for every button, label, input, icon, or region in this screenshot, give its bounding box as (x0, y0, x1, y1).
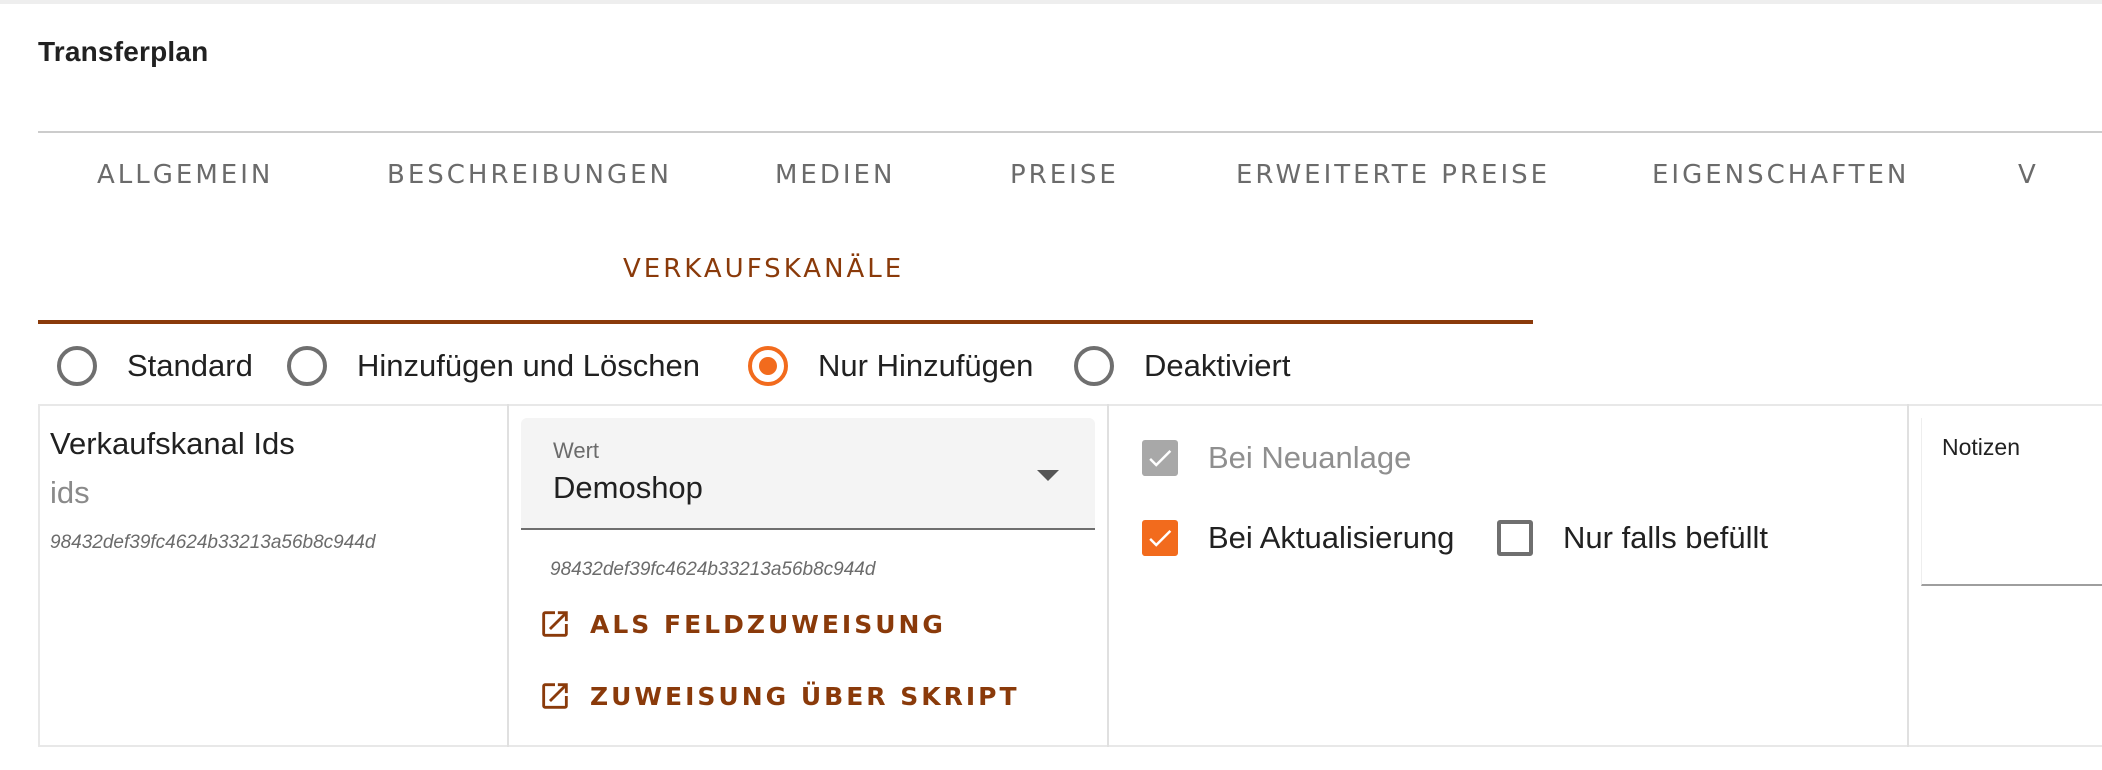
radio-nur-hinzufuegen[interactable]: Nur Hinzufügen (748, 344, 1033, 388)
tab-preise[interactable]: PREISE (1010, 160, 1119, 190)
dropdown-arrow-icon (1037, 470, 1059, 481)
field-key: ids (50, 475, 90, 510)
value-id: 98432def39fc4624b33213a56b8c944d (550, 559, 876, 580)
radio-checked-icon (748, 346, 788, 386)
tab-eigenschaften[interactable]: EIGENSCHAFTEN (1652, 160, 1909, 190)
tab-verkaufskanaele[interactable]: VERKAUFSKANÄLE (623, 254, 904, 284)
radio-label: Hinzufügen und Löschen (357, 348, 700, 383)
checkbox-bei-neuanlage[interactable]: Bei Neuanlage (1142, 438, 1411, 478)
notes-label: Notizen (1942, 434, 2020, 460)
checkbox-nur-falls-befuellt[interactable]: Nur falls befüllt (1497, 518, 1768, 558)
value-select[interactable]: Wert Demoshop (521, 418, 1095, 530)
checkbox-label: Bei Aktualisierung (1208, 520, 1455, 555)
radio-deaktiviert[interactable]: Deaktiviert (1074, 344, 1290, 388)
radio-label: Standard (127, 348, 253, 383)
field-assignment-button[interactable]: ALS FELDZUWEISUNG (538, 604, 946, 644)
column-divider (1907, 404, 1909, 747)
notes-field[interactable]: Notizen (1921, 418, 2102, 586)
column-divider (1107, 404, 1109, 747)
tab-erweiterte-preise[interactable]: ERWEITERTE PREISE (1236, 160, 1550, 190)
radio-label: Nur Hinzufügen (818, 348, 1034, 383)
tab-beschreibungen[interactable]: BESCHREIBUNGEN (387, 160, 672, 190)
field-id: 98432def39fc4624b33213a56b8c944d (50, 532, 376, 553)
radio-unchecked-icon (1074, 346, 1114, 386)
script-assignment-label: ZUWEISUNG ÜBER SKRIPT (590, 681, 1020, 711)
tab-medien[interactable]: MEDIEN (775, 160, 895, 190)
value-select-label: Wert (553, 438, 600, 463)
checkbox-label: Nur falls befüllt (1563, 520, 1769, 555)
radio-standard[interactable]: Standard (57, 344, 253, 388)
active-tab-indicator (38, 320, 1533, 324)
column-divider (507, 404, 509, 747)
field-assignment-label: ALS FELDZUWEISUNG (590, 609, 946, 639)
open-in-new-icon (542, 683, 568, 709)
radio-unchecked-icon (287, 346, 327, 386)
tabs-divider (38, 131, 2102, 133)
checkbox-unchecked-icon (1497, 520, 1533, 556)
radio-label: Deaktiviert (1144, 348, 1291, 383)
checkbox-bei-aktualisierung[interactable]: Bei Aktualisierung (1142, 518, 1454, 558)
radio-unchecked-icon (57, 346, 97, 386)
checkbox-label: Bei Neuanlage (1208, 440, 1412, 475)
value-select-value: Demoshop (553, 470, 703, 505)
checkbox-checked-icon (1142, 440, 1178, 476)
tab-truncated[interactable]: V (2018, 160, 2039, 190)
field-name: Verkaufskanal Ids (50, 426, 295, 461)
radio-hinzufuegen-und-loeschen[interactable]: Hinzufügen und Löschen (287, 344, 700, 388)
checkbox-checked-icon (1142, 520, 1178, 556)
script-assignment-button[interactable]: ZUWEISUNG ÜBER SKRIPT (538, 676, 1020, 716)
open-in-new-icon (542, 611, 568, 637)
tab-allgemein[interactable]: ALLGEMEIN (97, 160, 273, 190)
page-title: Transferplan (38, 36, 209, 67)
top-border (0, 0, 2102, 4)
